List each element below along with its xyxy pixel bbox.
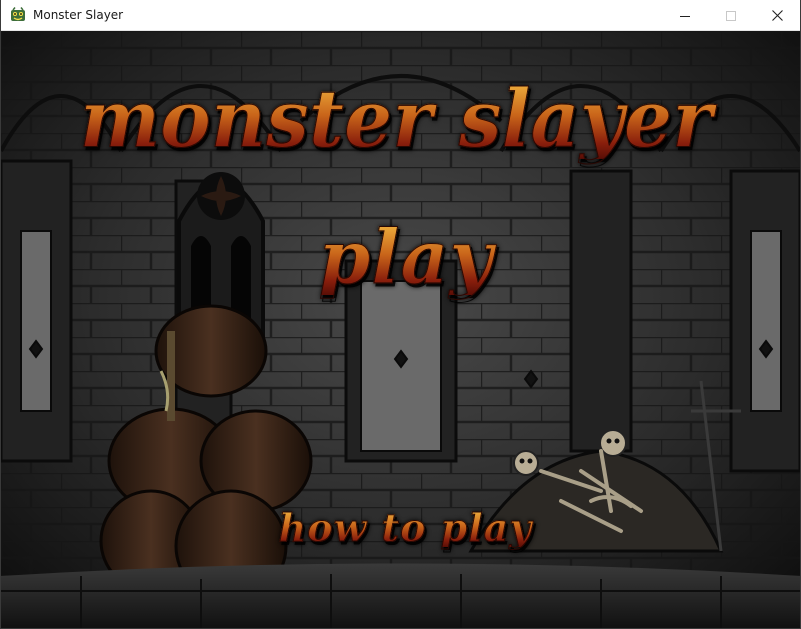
window-title: Monster Slayer [33, 8, 124, 22]
close-button[interactable] [754, 0, 800, 31]
game-title: MONSTER SLAYER [11, 78, 781, 159]
stone-floor [1, 563, 800, 628]
title-bar[interactable]: Monster Slayer [1, 0, 800, 31]
minimize-button[interactable] [662, 0, 708, 31]
minimize-icon [680, 11, 690, 21]
game-canvas[interactable]: MONSTER SLAYER PLAY HOW TO PLAY [1, 31, 800, 628]
maximize-icon [726, 10, 736, 21]
play-button[interactable]: PLAY [301, 221, 511, 296]
window-controls [662, 0, 800, 31]
pygame-snake-icon [10, 7, 26, 23]
how-to-play-button[interactable]: HOW TO PLAY [263, 508, 548, 547]
close-icon [771, 10, 783, 21]
maximize-button[interactable] [708, 0, 754, 31]
game-window: Monster Slayer monster slayer play how t… [0, 0, 801, 629]
